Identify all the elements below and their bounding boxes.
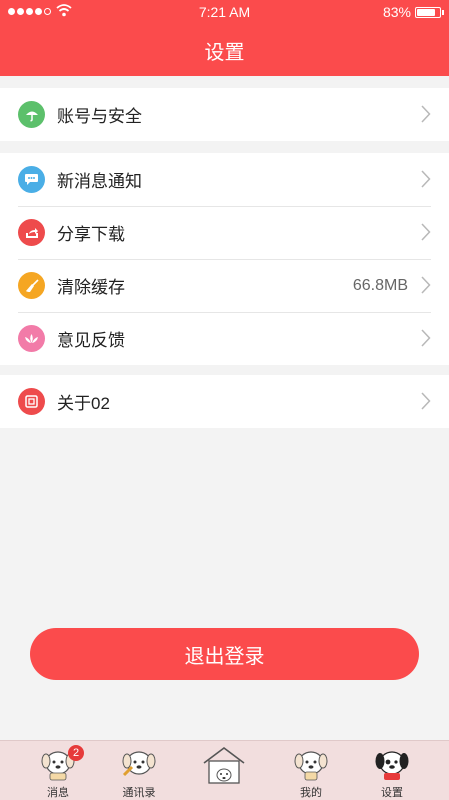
dog-house-icon (203, 747, 245, 784)
page-title: 设置 (204, 42, 245, 64)
status-bar: 7:21 AM 83% (0, 0, 449, 24)
dog-mascot-icon (122, 751, 156, 777)
chevron-right-icon (421, 105, 431, 123)
lotus-icon (18, 325, 45, 352)
settings-group-general: 新消息通知 分享下载 清除缓存 66.8MB 意见反馈 (0, 153, 449, 365)
settings-item-label: 分享下载 (57, 225, 125, 244)
battery-icon (415, 7, 441, 18)
tab-label: 我的 (300, 787, 322, 799)
tab-label: 设置 (381, 787, 403, 799)
chat-bubble-icon (18, 166, 45, 193)
broom-icon (18, 272, 45, 299)
tab-label: 消息 (47, 787, 69, 799)
settings-item-label: 关于02 (57, 394, 110, 413)
chevron-right-icon (421, 276, 431, 294)
tab-messages[interactable]: 2 消息 (22, 741, 94, 800)
chevron-right-icon (421, 170, 431, 188)
info-box-icon (18, 388, 45, 415)
umbrella-icon (18, 101, 45, 128)
settings-group-about: 关于02 (0, 375, 449, 428)
share-icon (18, 219, 45, 246)
settings-item-account-security[interactable]: 账号与安全 (0, 88, 449, 141)
header: 7:21 AM 83% 设置 (0, 0, 449, 76)
tab-label: 通讯录 (122, 787, 156, 799)
tab-contacts[interactable]: 通讯录 (103, 741, 175, 800)
settings-item-label: 新消息通知 (57, 172, 142, 191)
cache-size-value: 66.8MB (352, 276, 408, 294)
battery-percent: 83% (382, 4, 411, 20)
logout-button[interactable]: 退出登录 (30, 628, 419, 680)
tab-bar: 2 消息 通讯录 我的 设置 (0, 740, 449, 800)
settings-item-label: 账号与安全 (57, 107, 142, 126)
settings-item-about[interactable]: 关于02 (0, 375, 449, 428)
settings-item-share-download[interactable]: 分享下载 (0, 206, 449, 259)
chevron-right-icon (421, 392, 431, 410)
tab-settings[interactable]: 设置 (356, 741, 428, 800)
tab-home[interactable] (188, 741, 260, 800)
settings-item-label: 清除缓存 (57, 278, 125, 297)
tab-mine[interactable]: 我的 (275, 741, 347, 800)
dog-mascot-icon (294, 751, 328, 781)
settings-item-notifications[interactable]: 新消息通知 (0, 153, 449, 206)
status-time: 7:21 AM (198, 4, 251, 20)
settings-item-feedback[interactable]: 意见反馈 (0, 312, 449, 365)
settings-item-label: 意见反馈 (57, 331, 125, 350)
settings-group-account: 账号与安全 (0, 88, 449, 141)
chevron-right-icon (421, 329, 431, 347)
chevron-right-icon (421, 223, 431, 241)
settings-item-clear-cache[interactable]: 清除缓存 66.8MB (0, 259, 449, 312)
dog-mascot-active-icon (375, 751, 409, 780)
unread-badge: 2 (68, 745, 84, 761)
